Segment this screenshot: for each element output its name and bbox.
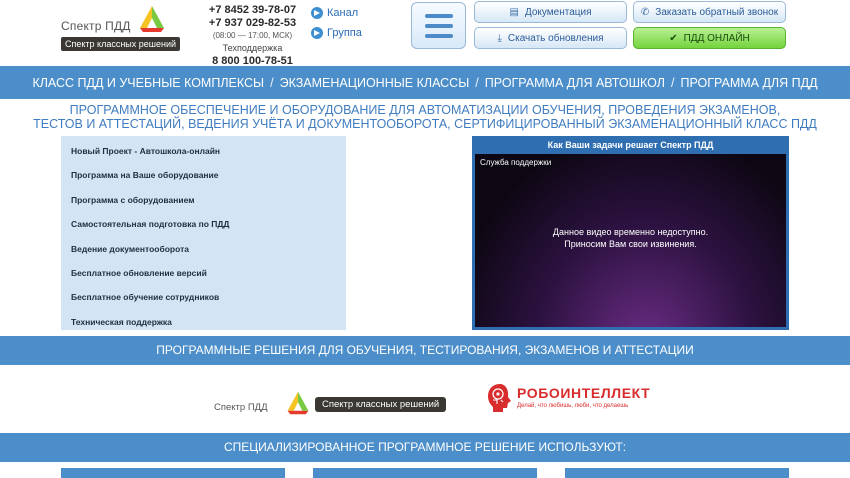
lead-line-2: ТЕСТОВ И АТТЕСТАЦИЙ, ВЕДЕНИЯ УЧЁТА И ДОК… bbox=[33, 117, 817, 131]
menu-bar bbox=[424, 23, 453, 28]
robointellect-tagline: Делай, что любишь, люби, что делаешь bbox=[517, 403, 629, 409]
side-item-autoschool-online[interactable]: Новый Проект - Автошкола-онлайн bbox=[61, 139, 346, 163]
video-player[interactable]: Служба поддержки Данное видео временно н… bbox=[475, 154, 786, 327]
logo-tagline: Спектр классных решений bbox=[61, 37, 181, 51]
support-label: Техподдержка bbox=[222, 43, 283, 53]
callback-button[interactable]: ✆ Заказать обратный звонок bbox=[633, 1, 786, 23]
robointellect-name: РОБОИНТЕЛЛЕКТ bbox=[517, 385, 651, 401]
side-item-tech-support[interactable]: Техническая поддержка bbox=[61, 310, 346, 334]
video-title: Как Ваши задачи решает Спектр ПДД bbox=[547, 140, 714, 150]
check-icon: ✔ bbox=[669, 32, 678, 44]
document-icon: ▤ bbox=[509, 6, 519, 18]
callback-label: Заказать обратный звонок bbox=[655, 6, 779, 18]
download-updates-button[interactable]: ⤓ Скачать обновления bbox=[474, 27, 627, 49]
phone-1[interactable]: +7 8452 39-78-07 bbox=[205, 4, 300, 17]
video-panel: Как Ваши задачи решает Спектр ПДД Служба… bbox=[472, 136, 789, 330]
pdd-online-label: ПДД ОНЛАЙН bbox=[683, 32, 750, 44]
client-card[interactable] bbox=[313, 468, 537, 478]
video-message-line-1: Данное видео временно недоступно. bbox=[552, 227, 709, 237]
robointellect-partner-logo[interactable]: РОБОИНТЕЛЛЕКТ Делай, что любишь, люби, ч… bbox=[486, 382, 650, 416]
side-item-your-hardware[interactable]: Программа на Ваше оборудование bbox=[61, 163, 346, 187]
phone-icon: ✆ bbox=[640, 6, 650, 18]
side-item-with-hardware[interactable]: Программа с оборудованием bbox=[61, 188, 346, 212]
channel-label: Канал bbox=[327, 6, 359, 19]
site-logo[interactable]: Спектр ПДД Спектр классных решений bbox=[61, 4, 181, 51]
telegram-group-link[interactable]: Группа bbox=[311, 25, 362, 40]
video-label: Служба поддержки bbox=[480, 158, 552, 167]
main-nav: КЛАСС ПДД И УЧЕБНЫЕ КОМПЛЕКСЫ / ЭКЗАМЕНА… bbox=[0, 66, 850, 99]
spektr-partner-logo[interactable]: Спектр ПДД Спектр классных решений bbox=[214, 388, 454, 418]
nav-separator: / bbox=[270, 75, 274, 90]
page-lead: ПРОГРАММНОЕ ОБЕСПЕЧЕНИЕ И ОБОРУДОВАНИЕ Д… bbox=[30, 103, 820, 131]
client-card[interactable] bbox=[565, 468, 789, 478]
logo-name: Спектр ПДД bbox=[61, 19, 131, 33]
download-updates-label: Скачать обновления bbox=[507, 32, 604, 44]
triangle-logo-icon bbox=[287, 391, 309, 415]
side-item-document-flow[interactable]: Ведение документооборота bbox=[61, 237, 346, 261]
spektr-partner-tagline: Спектр классных решений bbox=[315, 397, 447, 412]
nav-item-driving-schools[interactable]: ПРОГРАММА ДЛЯ АВТОШКОЛ bbox=[485, 76, 665, 90]
video-unavailable-message: Данное видео временно недоступно. Принос… bbox=[475, 226, 786, 250]
solutions-band: ПРОГРАММНЫЕ РЕШЕНИЯ ДЛЯ ОБУЧЕНИЯ, ТЕСТИР… bbox=[0, 336, 850, 365]
robot-head-icon bbox=[488, 384, 511, 412]
documentation-label: Документация bbox=[524, 6, 592, 18]
documentation-button[interactable]: ▤ Документация bbox=[474, 1, 627, 23]
video-message-line-2: Приносим Вам свои извинения. bbox=[564, 239, 697, 249]
download-icon: ⤓ bbox=[497, 32, 502, 44]
site-header: Спектр ПДД Спектр классных решений +7 84… bbox=[0, 0, 850, 68]
side-item-self-study[interactable]: Самостоятельная подготовка по ПДД bbox=[61, 212, 346, 236]
nav-item-class-pdd[interactable]: КЛАСС ПДД И УЧЕБНЫЕ КОМПЛЕКСЫ bbox=[32, 76, 264, 90]
working-hours: (08:00 — 17:00, МСК) bbox=[212, 31, 293, 40]
hamburger-menu-button[interactable] bbox=[411, 2, 466, 49]
nav-item-exam-classes[interactable]: ЭКЗАМЕНАЦИОННЫЕ КЛАССЫ bbox=[280, 76, 470, 90]
social-links: Канал Группа bbox=[311, 5, 362, 45]
side-item-free-updates[interactable]: Бесплатное обновление версий bbox=[61, 261, 346, 285]
nav-separator: / bbox=[670, 75, 675, 90]
nav-item-pdd-program[interactable]: ПРОГРАММА ДЛЯ ПДД bbox=[680, 76, 817, 90]
side-item-free-training[interactable]: Бесплатное обучение сотрудников bbox=[61, 285, 346, 309]
telegram-channel-link[interactable]: Канал bbox=[311, 5, 362, 20]
side-menu: Новый Проект - Автошкола-онлайн Программ… bbox=[61, 136, 346, 330]
users-band: СПЕЦИАЛИЗИРОВАННОЕ ПРОГРАММНОЕ РЕШЕНИЕ И… bbox=[0, 433, 850, 462]
telegram-icon bbox=[311, 6, 323, 19]
menu-bar bbox=[424, 33, 453, 38]
lead-line-1: ПРОГРАММНОЕ ОБЕСПЕЧЕНИЕ И ОБОРУДОВАНИЕ Д… bbox=[69, 103, 781, 117]
menu-bar bbox=[424, 13, 453, 18]
phone-2[interactable]: +7 937 029-82-53 bbox=[205, 17, 300, 30]
group-label: Группа bbox=[327, 26, 362, 39]
spektr-partner-name: Спектр ПДД bbox=[214, 402, 268, 413]
client-card[interactable] bbox=[61, 468, 285, 478]
pdd-online-button[interactable]: ✔ ПДД ОНЛАЙН bbox=[633, 27, 786, 49]
contact-phones: +7 8452 39-78-07 +7 937 029-82-53 (08:00… bbox=[205, 4, 300, 68]
telegram-icon bbox=[311, 26, 323, 39]
nav-separator: / bbox=[475, 75, 479, 90]
triangle-logo-icon bbox=[140, 6, 164, 32]
